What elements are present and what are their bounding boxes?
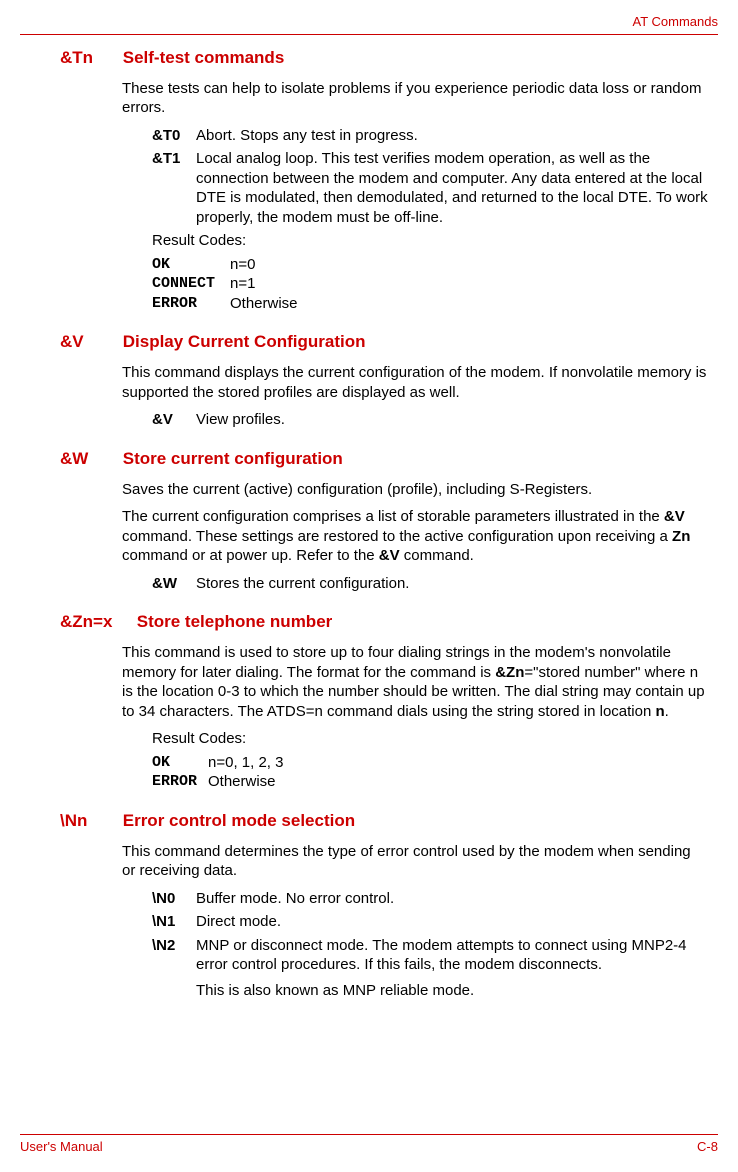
tn-result-2: ERROR Otherwise (152, 294, 718, 314)
v-cmd: &V (60, 331, 118, 353)
w-cmd: &W (60, 448, 118, 470)
zn-b1: &Zn (495, 664, 524, 681)
tn-r2-code: ERROR (152, 294, 230, 314)
page: AT Commands &Tn Self-test commands These… (0, 0, 738, 1172)
section-zn-title: &Zn=x Store telephone number (60, 611, 718, 633)
footer-right: C-8 (697, 1139, 718, 1156)
section-tn-title: &Tn Self-test commands (60, 47, 718, 69)
nn-cmd: \Nn (60, 810, 118, 832)
zn-cmd: &Zn=x (60, 611, 132, 633)
v-p0-desc: View profiles. (196, 410, 708, 430)
section-v: &V Display Current Configuration This co… (20, 331, 718, 430)
nn-param-2: \N2 MNP or disconnect mode. The modem at… (152, 936, 708, 975)
tn-cmd: &Tn (60, 47, 118, 69)
tn-param0-code: &T0 (152, 126, 196, 146)
tn-r1-code: CONNECT (152, 274, 230, 294)
section-w: &W Store current configuration Saves the… (20, 448, 718, 594)
zn-r1-val: Otherwise (208, 772, 276, 792)
footer-left: User's Manual (20, 1139, 103, 1156)
zn-title-text: Store telephone number (137, 612, 333, 631)
header: AT Commands (20, 12, 718, 35)
section-v-title: &V Display Current Configuration (60, 331, 718, 353)
w-i2-mid2: command or at power up. Refer to the (122, 547, 379, 564)
section-zn: &Zn=x Store telephone number This comman… (20, 611, 718, 792)
w-i2-mid: command. These settings are restored to … (122, 528, 672, 545)
v-intro: This command displays the current config… (122, 363, 708, 402)
v-p0-code: &V (152, 410, 196, 430)
nn-extra: This is also known as MNP reliable mode. (196, 981, 708, 1001)
zn-post: . (665, 703, 669, 720)
nn-p1-code: \N1 (152, 912, 196, 932)
w-i2-post: command. (400, 547, 474, 564)
v-param-0: &V View profiles. (152, 410, 708, 430)
nn-p1-desc: Direct mode. (196, 912, 708, 932)
nn-p0-desc: Buffer mode. No error control. (196, 889, 708, 909)
zn-r0-code: OK (152, 753, 208, 773)
zn-b2: n (655, 703, 664, 720)
zn-r1-code: ERROR (152, 772, 208, 792)
w-i2-pre: The current configuration comprises a li… (122, 508, 664, 525)
v-title-text: Display Current Configuration (123, 332, 366, 351)
content: &Tn Self-test commands These tests can h… (20, 35, 718, 1135)
tn-results-label: Result Codes: (152, 231, 718, 251)
tn-param-1: &T1 Local analog loop. This test verifie… (152, 149, 708, 227)
tn-param0-desc: Abort. Stops any test in progress. (196, 126, 708, 146)
w-p0-desc: Stores the current configuration. (196, 574, 708, 594)
zn-result-0: OK n=0, 1, 2, 3 (152, 753, 718, 773)
w-p0-code: &W (152, 574, 196, 594)
tn-result-0: OK n=0 (152, 255, 718, 275)
section-nn-title: \Nn Error control mode selection (60, 810, 718, 832)
tn-title-text: Self-test commands (123, 48, 285, 67)
w-title-text: Store current configuration (123, 449, 343, 468)
section-w-title: &W Store current configuration (60, 448, 718, 470)
nn-p2-code: \N2 (152, 936, 196, 975)
w-i2-b1: &V (664, 508, 685, 525)
zn-intro: This command is used to store up to four… (122, 643, 708, 721)
footer: User's Manual C-8 (20, 1134, 718, 1156)
tn-result-1: CONNECT n=1 (152, 274, 718, 294)
tn-r0-val: n=0 (230, 255, 255, 275)
tn-intro: These tests can help to isolate problems… (122, 79, 708, 118)
w-i2-b3: &V (379, 547, 400, 564)
tn-param1-code: &T1 (152, 149, 196, 227)
section-tn: &Tn Self-test commands These tests can h… (20, 47, 718, 314)
tn-r0-code: OK (152, 255, 230, 275)
tn-param1-desc: Local analog loop. This test verifies mo… (196, 149, 708, 227)
tn-param-0: &T0 Abort. Stops any test in progress. (152, 126, 708, 146)
w-intro2: The current configuration comprises a li… (122, 507, 708, 566)
tn-r2-val: Otherwise (230, 294, 298, 314)
w-intro1: Saves the current (active) configuration… (122, 480, 708, 500)
header-title: AT Commands (633, 14, 719, 29)
section-nn: \Nn Error control mode selection This co… (20, 810, 718, 1001)
nn-p2-desc: MNP or disconnect mode. The modem attemp… (196, 936, 708, 975)
tn-r1-val: n=1 (230, 274, 255, 294)
zn-result-1: ERROR Otherwise (152, 772, 718, 792)
nn-p0-code: \N0 (152, 889, 196, 909)
zn-r0-val: n=0, 1, 2, 3 (208, 753, 283, 773)
w-param-0: &W Stores the current configuration. (152, 574, 708, 594)
nn-title-text: Error control mode selection (123, 811, 355, 830)
w-i2-b2: Zn (672, 528, 690, 545)
nn-param-0: \N0 Buffer mode. No error control. (152, 889, 708, 909)
zn-results-label: Result Codes: (152, 729, 718, 749)
nn-param-1: \N1 Direct mode. (152, 912, 708, 932)
nn-intro: This command determines the type of erro… (122, 842, 708, 881)
